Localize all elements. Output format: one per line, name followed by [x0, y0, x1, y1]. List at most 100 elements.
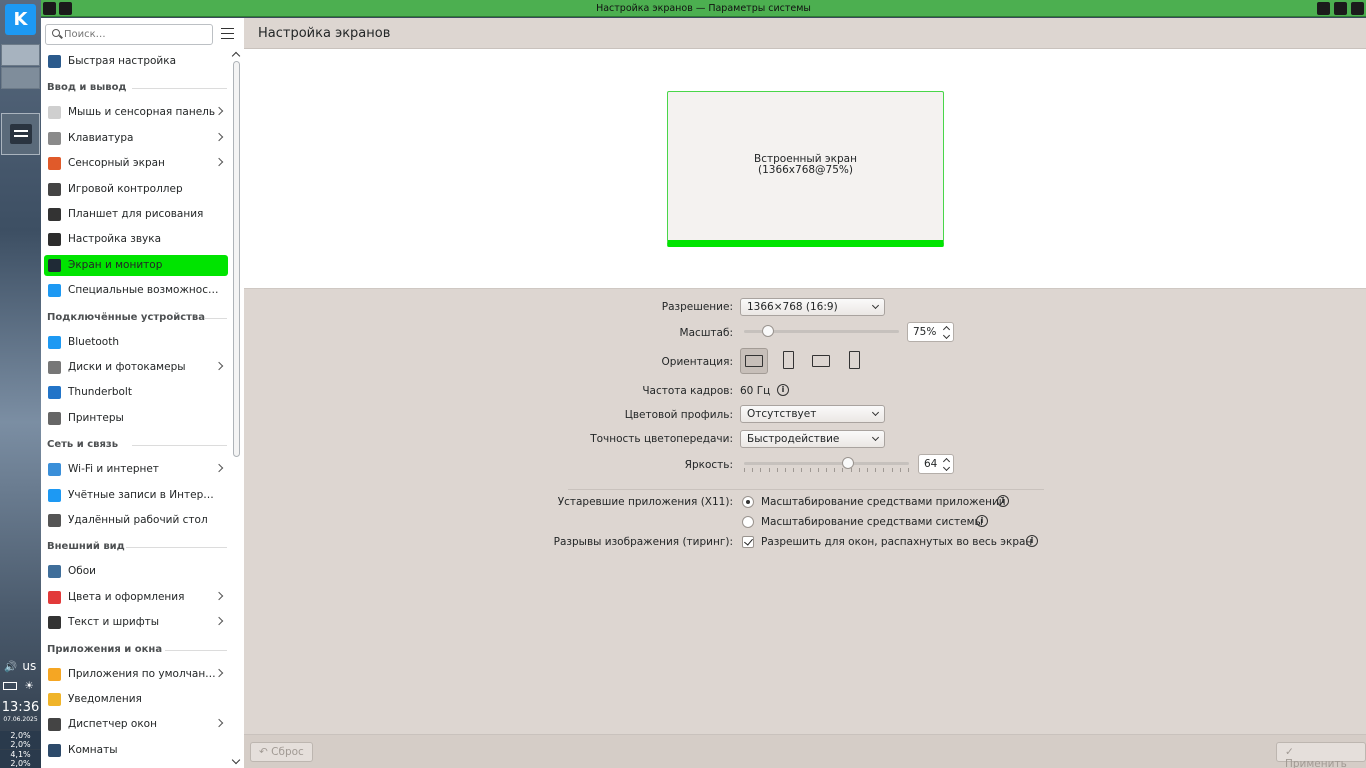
minimize-button[interactable] [1317, 2, 1330, 15]
sidebar-item[interactable]: Специальные возможнос… [44, 280, 228, 301]
battery-icon[interactable] [3, 682, 17, 690]
hamburger-menu-icon[interactable] [221, 28, 234, 39]
brightness-icon[interactable]: ☀ [24, 680, 33, 692]
slider-tick [769, 468, 770, 472]
scrollbar-thumb[interactable] [233, 61, 240, 457]
brightness-label: Яркость: [684, 459, 733, 471]
sidebar-item[interactable]: Сенсорный экран [44, 153, 228, 174]
taskbar-system-settings[interactable] [1, 113, 40, 155]
search-box[interactable] [45, 24, 213, 45]
orientation-portrait-left-button[interactable] [774, 348, 802, 374]
sidebar-scrollbar[interactable] [231, 49, 243, 768]
sidebar-item[interactable]: Thunderbolt [44, 382, 228, 403]
slider-tick [785, 468, 786, 472]
sidebar-item[interactable]: Игровой контроллер [44, 179, 228, 200]
legacy-scale-apps-label[interactable]: Масштабирование средствами приложений [761, 496, 1006, 508]
sidebar-item[interactable]: Приложения по умолчан… [44, 664, 228, 685]
clock-time[interactable]: 13:36 [0, 700, 41, 715]
search-icon [52, 29, 60, 37]
close-button[interactable] [1351, 2, 1364, 15]
color-accuracy-select[interactable]: Быстродействие [740, 430, 885, 448]
landscape-flipped-icon [812, 355, 830, 367]
resolution-value: 1366×768 (16:9) [747, 301, 838, 313]
slider-tick [859, 468, 860, 472]
sidebar-item[interactable]: Bluetooth [44, 332, 228, 353]
color-profile-select[interactable]: Отсутствует [740, 405, 885, 423]
info-icon[interactable]: i [1026, 535, 1038, 547]
search-input[interactable] [64, 27, 209, 42]
legacy-scale-system-label[interactable]: Масштабирование средствами системы [761, 516, 983, 528]
chevron-right-icon [214, 132, 224, 142]
sidebar-item[interactable]: Планшет для рисования [44, 204, 228, 225]
scale-slider[interactable] [744, 322, 899, 342]
spin-down-icon[interactable] [942, 331, 951, 340]
builtin-screen-preview[interactable]: Встроенный экран (1366x768@75%) [667, 91, 944, 247]
slider-tick [875, 468, 876, 472]
virtual-desktop-1[interactable] [1, 44, 40, 66]
sidebar-item[interactable]: Обои [44, 561, 228, 582]
sidebar-item-icon [48, 157, 61, 171]
kde-launcher-icon[interactable]: K [5, 4, 36, 35]
chevron-right-icon [214, 361, 224, 371]
sidebar-item[interactable]: Экран и монитор [44, 254, 228, 276]
brightness-slider-handle[interactable] [842, 457, 854, 469]
maximize-button[interactable] [1334, 2, 1347, 15]
sidebar-item[interactable]: Быстрая настройка [44, 51, 228, 72]
resolution-select[interactable]: 1366×768 (16:9) [740, 298, 885, 316]
sidebar-item-label: Сенсорный экран [68, 157, 165, 170]
brightness-slider[interactable] [744, 454, 909, 474]
sidebar-item[interactable]: Настройка звука [44, 229, 228, 250]
sidebar-item-label: Принтеры [68, 411, 124, 424]
sidebar-item[interactable]: Диспетчер окон [44, 714, 228, 735]
keyboard-layout[interactable]: us [22, 659, 36, 673]
reset-button[interactable]: ↶ Сброс [250, 742, 313, 762]
brightness-spinbox[interactable]: 64 [918, 454, 954, 474]
scale-slider-handle[interactable] [762, 325, 774, 337]
portrait-left-icon [783, 351, 794, 369]
sidebar-item[interactable]: Диски и фотокамеры [44, 357, 228, 378]
orientation-flipped-button[interactable] [807, 348, 835, 374]
slider-tick [810, 468, 811, 472]
sidebar-item-icon [48, 335, 61, 349]
sidebar-item-label: Специальные возможнос… [68, 284, 219, 297]
scroll-down-icon[interactable] [231, 755, 241, 765]
sidebar-item[interactable]: Уведомления [44, 689, 228, 710]
tearing-option-label[interactable]: Разрешить для окон, распахнутых во весь … [761, 536, 1032, 548]
orientation-portrait-right-button[interactable] [841, 348, 869, 374]
sidebar-item[interactable]: Принтеры [44, 408, 228, 429]
tearing-checkbox[interactable] [742, 536, 754, 548]
sidebar-item-label: Обои [68, 565, 96, 578]
orientation-landscape-button[interactable] [740, 348, 768, 374]
sidebar-item[interactable]: Учётные записи в Интер… [44, 485, 228, 506]
undo-icon: ↶ [259, 746, 272, 758]
legacy-scale-apps-radio[interactable] [742, 496, 754, 508]
color-accuracy-label: Точность цветопередачи: [590, 433, 733, 445]
sidebar-item[interactable]: Мышь и сенсорная панель [44, 102, 228, 123]
scroll-up-icon[interactable] [231, 51, 241, 61]
volume-icon[interactable]: 🔊 [4, 661, 17, 673]
legacy-scale-system-radio[interactable] [742, 516, 754, 528]
scale-spinbox[interactable]: 75% [907, 322, 954, 342]
slider-tick [908, 468, 909, 472]
sidebar-item[interactable]: Текст и шрифты [44, 612, 228, 633]
sidebar-item[interactable]: Комнаты [44, 740, 228, 761]
legacy-apps-label: Устаревшие приложения (X11): [557, 496, 733, 508]
info-icon[interactable]: i [976, 515, 988, 527]
apply-button[interactable]: ✓ Применить [1276, 742, 1366, 768]
chevron-down-icon [871, 408, 880, 417]
sidebar-item[interactable]: Цвета и оформления [44, 587, 228, 608]
sidebar-item[interactable]: Wi-Fi и интернет [44, 459, 228, 480]
virtual-desktop-2[interactable] [1, 67, 40, 89]
sidebar-item-icon [48, 233, 61, 247]
sidebar-item[interactable]: Удалённый рабочий стол [44, 510, 228, 531]
sidebar-item[interactable]: Клавиатура [44, 128, 228, 149]
info-icon[interactable]: i [777, 384, 789, 396]
info-icon[interactable]: i [997, 495, 1009, 507]
window-titlebar[interactable]: Настройка экранов — Параметры системы [41, 0, 1366, 17]
system-settings-icon [10, 124, 32, 144]
sidebar-item-icon [48, 361, 61, 374]
sidebar-item-label: Thunderbolt [68, 386, 132, 399]
display-preview-area: Встроенный экран (1366x768@75%) [244, 49, 1366, 289]
sidebar-item-icon [48, 463, 61, 477]
spin-down-icon[interactable] [942, 463, 951, 472]
